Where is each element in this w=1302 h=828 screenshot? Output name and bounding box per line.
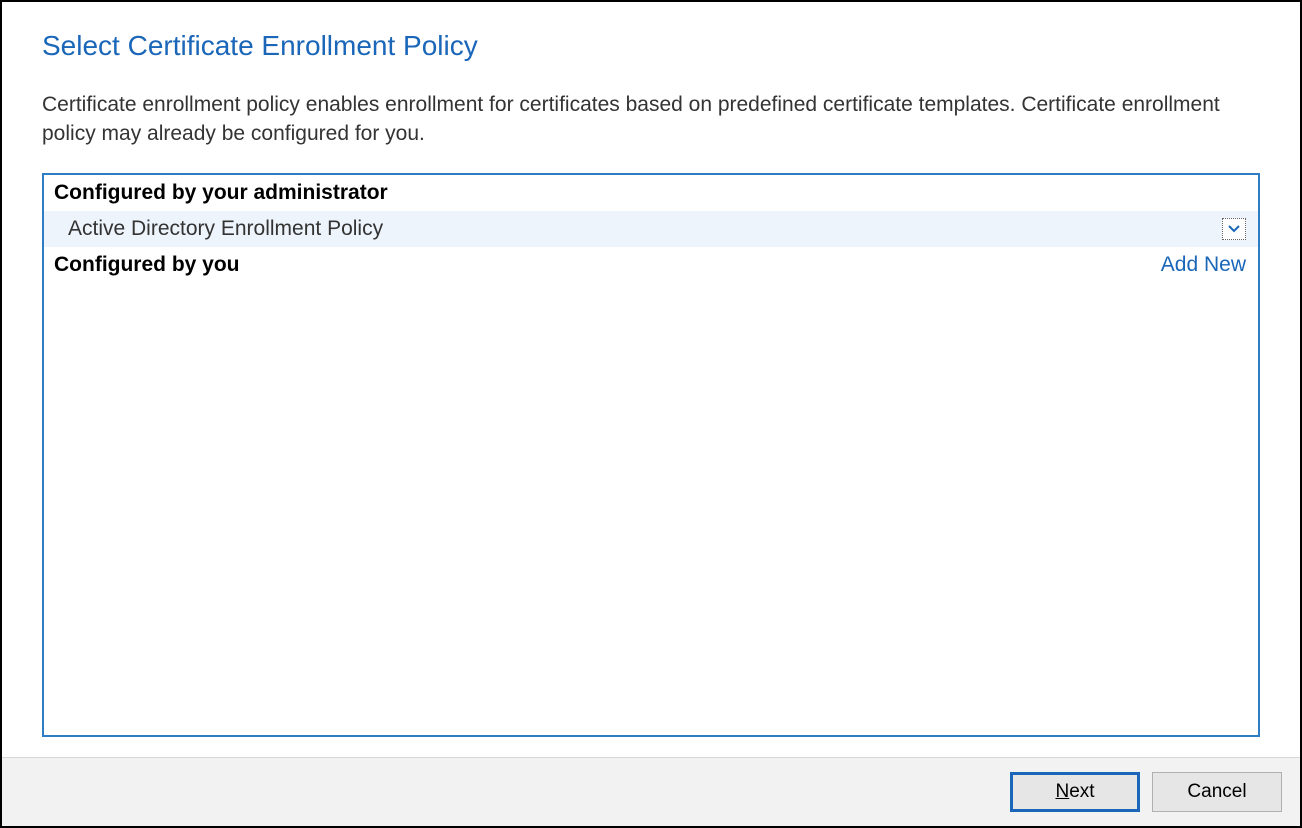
expand-button[interactable]	[1222, 218, 1246, 240]
page-title: Select Certificate Enrollment Policy	[42, 30, 1260, 62]
admin-section-header: Configured by your administrator	[44, 175, 1258, 211]
content-area: Select Certificate Enrollment Policy Cer…	[2, 2, 1300, 757]
chevron-down-icon	[1228, 225, 1240, 233]
next-button[interactable]: Next	[1010, 772, 1140, 812]
user-section-header: Configured by you	[54, 253, 240, 277]
user-section-row: Configured by you Add New	[44, 247, 1258, 283]
description-text: Certificate enrollment policy enables en…	[42, 90, 1260, 149]
policy-panel: Configured by your administrator Active …	[42, 173, 1260, 737]
next-rest: ext	[1069, 781, 1094, 802]
next-mnemonic: N	[1055, 781, 1069, 802]
add-new-link[interactable]: Add New	[1161, 253, 1246, 277]
cancel-button[interactable]: Cancel	[1152, 772, 1282, 812]
footer-bar: Next Cancel	[2, 757, 1300, 826]
policy-item-ad[interactable]: Active Directory Enrollment Policy	[44, 211, 1258, 247]
policy-item-label: Active Directory Enrollment Policy	[68, 217, 383, 241]
wizard-window: Select Certificate Enrollment Policy Cer…	[0, 0, 1302, 828]
